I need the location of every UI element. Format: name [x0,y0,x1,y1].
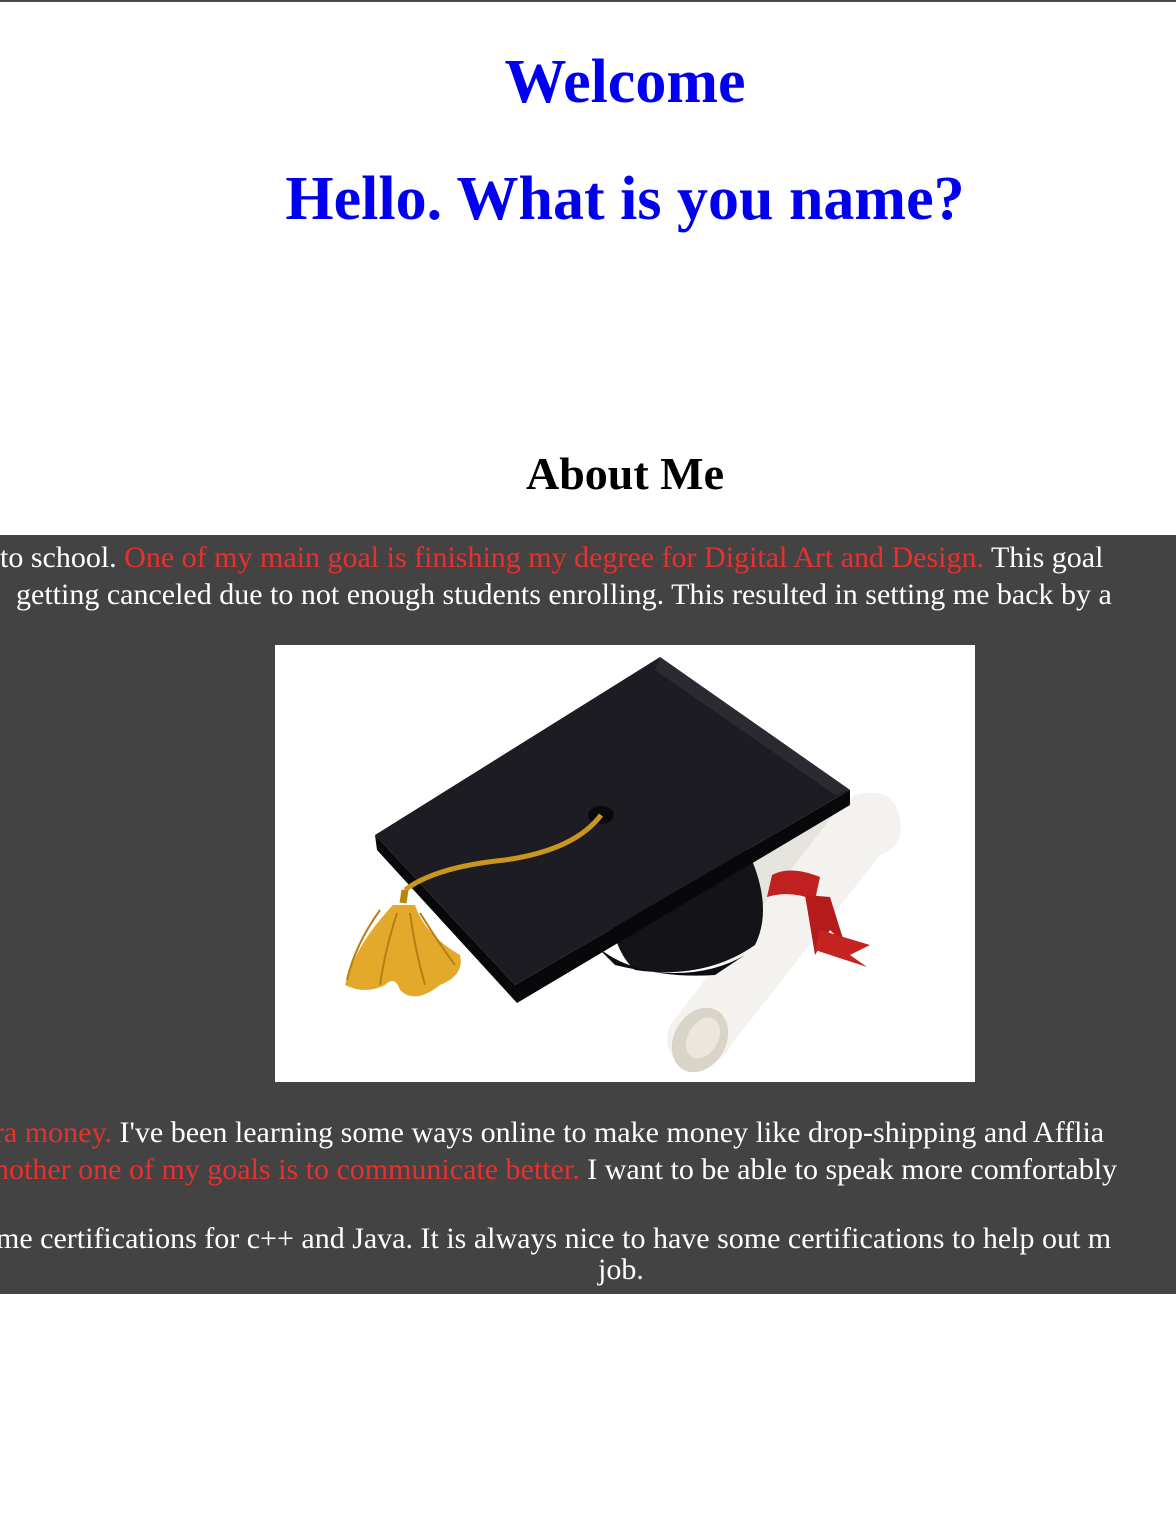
degree-goal-highlight: One of my main goal is finishing my degr… [124,541,985,574]
about-line-6: job. [598,1253,644,1286]
about-line-2: getting canceled due to not enough stude… [16,578,1112,611]
graduation-cap-image [275,645,975,1082]
about-line-4: nother one of my goals is to communicate… [0,1152,1117,1188]
about-me-section: to school. One of my main goal is finish… [0,535,1176,1294]
communicate-goal-highlight: nother one of my goals is to communicate… [0,1153,580,1186]
about-line-1: to school. One of my main goal is finish… [0,540,1103,576]
about-line-4-text: I want to be able to speak more comforta… [579,1153,1118,1186]
graduation-cap-icon [345,657,901,1073]
extra-money-highlight: ra money. [0,1116,113,1149]
welcome-heading: Welcome [504,48,746,116]
about-line-3-text: I've been learning some ways online to m… [112,1116,1105,1149]
top-border [0,0,1176,2]
about-line-3: ra money. I've been learning some ways o… [0,1115,1104,1151]
about-me-heading: About Me [525,448,725,499]
greeting-heading: Hello. What is you name? [285,165,965,233]
about-line-1-text: to school. [0,541,125,574]
about-line-1-tail: This goal [984,541,1104,574]
about-line-5: me certifications for c++ and Java. It i… [0,1222,1112,1255]
